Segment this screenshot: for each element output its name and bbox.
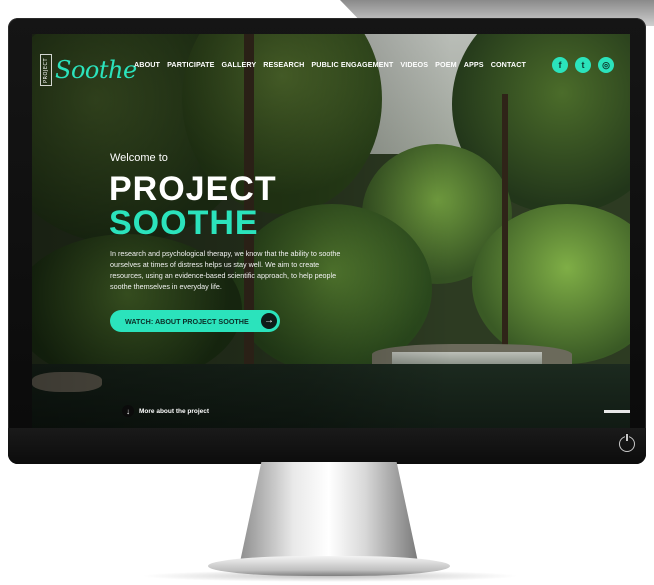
nav-poem[interactable]: POEM [435, 60, 457, 69]
hero-intro-text: In research and psychological therapy, w… [110, 249, 341, 291]
social-links: f t ◎ [552, 57, 614, 73]
logo-project-label: PROJECT [40, 54, 52, 86]
hero-title-line1: PROJECT [109, 170, 277, 208]
nav-participate[interactable]: PARTICIPATE [167, 60, 214, 69]
nav-public-engagement[interactable]: PUBLIC ENGAGEMENT [311, 60, 393, 69]
instagram-icon[interactable]: ◎ [598, 57, 614, 73]
website-screen: PROJECT Soothe ABOUT PARTICIPATE GALLERY… [32, 34, 630, 432]
monitor-bezel: PROJECT Soothe ABOUT PARTICIPATE GALLERY… [8, 18, 646, 464]
more-about-label: More about the project [139, 407, 210, 415]
nav-gallery[interactable]: GALLERY [221, 60, 256, 69]
main-nav: ABOUT PARTICIPATE GALLERY RESEARCH PUBLI… [134, 60, 526, 69]
hero-title-line2: SOOTHE [109, 204, 259, 242]
monitor-stand [240, 462, 418, 562]
twitter-icon[interactable]: t [575, 57, 591, 73]
logo-wordmark: Soothe [55, 56, 137, 84]
facebook-icon[interactable]: f [552, 57, 568, 73]
site-logo[interactable]: PROJECT Soothe [40, 54, 137, 86]
watch-video-button[interactable]: WATCH: ABOUT PROJECT SOOTHE → [110, 310, 280, 332]
hero-welcome: Welcome to [110, 152, 168, 164]
nav-contact[interactable]: CONTACT [491, 60, 526, 69]
stand-shadow [140, 570, 520, 582]
scroll-indicator [604, 410, 630, 413]
arrow-right-icon: → [261, 313, 277, 329]
more-about-link[interactable]: ↓ More about the project [122, 405, 209, 417]
arrow-down-icon: ↓ [122, 405, 134, 417]
nav-about[interactable]: ABOUT [134, 60, 160, 69]
nav-research[interactable]: RESEARCH [263, 60, 304, 69]
nav-videos[interactable]: VIDEOS [400, 60, 428, 69]
power-icon[interactable] [619, 433, 635, 452]
watch-video-label: WATCH: ABOUT PROJECT SOOTHE [125, 316, 249, 326]
monitor-chin [8, 428, 646, 464]
nav-apps[interactable]: APPS [464, 60, 484, 69]
